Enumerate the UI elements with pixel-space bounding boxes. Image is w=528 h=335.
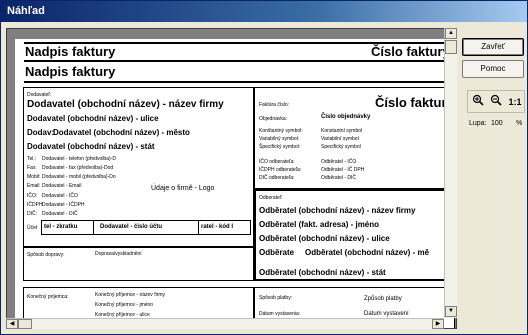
zoom-value: 100 — [491, 120, 503, 127]
specific-symbol-value: Specifický symbol — [321, 144, 361, 150]
customer-street: Odběratel (obchodní název) - ulice — [259, 234, 390, 243]
final-recipient-name: Konečný příjemce - jméno — [95, 302, 154, 308]
ico-label: IČO: — [27, 193, 38, 199]
email-value: Dodavatel - Email — [42, 183, 82, 189]
supplier-street: Dodavatel (obchodní název) - ulice — [27, 114, 159, 123]
invoice-page: Nadpis faktury Číslo faktury Nadpis fakt… — [15, 39, 455, 328]
customer-state: Odběratel (obchodní název) - stát — [259, 268, 386, 277]
constant-symbol-value: Konstantní symbol — [321, 128, 363, 134]
title-bar: Náhľad — [1, 1, 527, 22]
shipping-value: Doprava/vyskladnění — [95, 251, 142, 257]
icdph-value: Dodavatel - IČDPH — [42, 202, 85, 208]
account-divider-1 — [93, 220, 94, 235]
window-title: Náhľad — [7, 5, 45, 17]
vertical-scrollbar[interactable]: ▲ ▼ — [444, 28, 457, 318]
customer-city-prefix: Odběrate — [259, 248, 295, 257]
tel-value: Dodavatel - telefon (předvolba)-D — [42, 156, 116, 162]
scroll-left-button[interactable]: ◀ — [6, 319, 18, 329]
email-label: Email — [27, 183, 40, 189]
header-mid-rule — [24, 60, 455, 62]
tel-label: Tel.: — [27, 156, 37, 162]
zoom-label: Lupa: — [469, 120, 487, 127]
customer-billing-name: Odběratel (fakt. adresa) - jméno — [259, 220, 380, 229]
issue-date-label: Dátum vystavenia: — [259, 311, 301, 317]
dic-value: Dodavatel - DIČ — [42, 211, 78, 217]
final-recipient-company: Konečný příjemce - název firmy — [95, 292, 166, 298]
invoice-number-label: Faktúra číslo: — [259, 102, 290, 108]
zoom-out-icon[interactable] — [488, 94, 504, 110]
account-label: Účet — [27, 225, 38, 231]
bank-code: ratel - kód I — [201, 224, 234, 230]
scroll-down-button[interactable]: ▼ — [445, 306, 457, 317]
zoom-in-icon[interactable] — [470, 94, 486, 110]
issue-date-value: Datum vystavení — [364, 311, 409, 317]
fax-label: Fax: — [27, 165, 37, 171]
invoice-number-value: Číslo faktury — [375, 95, 454, 110]
scroll-right-button[interactable]: ▶ — [432, 319, 444, 329]
vertical-scroll-thumb[interactable] — [445, 40, 457, 54]
close-button[interactable]: Zavřeť — [462, 38, 524, 56]
preview-viewport[interactable]: Nadpis faktury Číslo faktury Nadpis fakt… — [6, 28, 457, 329]
specific-symbol-label: Špecifický symbol: — [259, 144, 301, 150]
preview-window: Náhľad Nadpis faktury Číslo faktury Nadp… — [0, 0, 528, 335]
company-logo-info: Údaje o firmě - Logo — [151, 185, 215, 192]
supplier-city: Dodavatel (obchodní název) - město — [53, 128, 190, 137]
zoom-actual-size-button[interactable]: 1:1 — [506, 94, 524, 110]
account-number: Dodavatel - číslo účtu — [100, 224, 163, 230]
payment-method-label: Spôsob platby: — [259, 295, 293, 301]
customer-icdph-value: Odběratel - IČ DPH — [321, 167, 365, 173]
account-divider-2 — [198, 220, 199, 235]
dic-label: DIČ: — [27, 211, 37, 217]
invoice-title: Nadpis faktury — [25, 44, 116, 59]
customer-ico-value: Odběratel - IČO — [321, 159, 357, 165]
header-bottom-rule — [24, 81, 455, 83]
horizontal-scroll-thumb[interactable] — [18, 319, 32, 329]
supplier-name: Dodavatel (obchodní název) - název firmy — [27, 99, 224, 110]
scroll-up-button[interactable]: ▲ — [445, 28, 457, 39]
icdph-label: IČDPH — [27, 202, 43, 208]
zoom-toolbar: 1:1 — [467, 90, 525, 113]
supplier-state: Dodavatel (obchodní název) - stát — [27, 142, 155, 151]
customer-city: Odběratel (obchodní název) - mě — [305, 248, 430, 257]
variable-symbol-value: Variabilní symbol — [321, 136, 359, 142]
variable-symbol-label: Variabilný symbol: — [259, 136, 300, 142]
payment-method-value: Způsob platby — [364, 296, 402, 302]
final-recipient-label: Konečný príjemca: — [27, 294, 69, 300]
customer-ico-label: IČO odberateľa: — [259, 159, 295, 165]
order-value: Číslo objednávky — [321, 114, 371, 120]
constant-symbol-label: Konštantný symbol: — [259, 128, 303, 134]
supplier-label: Dodavateľ: — [27, 92, 52, 98]
customer-icdph-label: IČDPH odberateľa: — [259, 167, 302, 173]
customer-name: Odběratel (obchodní název) - název firmy — [259, 206, 416, 215]
customer-dic-label: DIČ odberateľa: — [259, 175, 295, 181]
order-label: Objednávka: — [259, 116, 288, 122]
bank-short-name: tel - zkratku — [44, 224, 78, 230]
ico-value: Dodavatel - IČO — [42, 193, 78, 199]
customer-dic-value: Odběratel - DIČ — [321, 175, 357, 181]
invoice-number-header: Číslo faktury — [371, 44, 450, 59]
customer-label: Odberateľ: — [259, 195, 283, 201]
fax-value: Dodavatel - fax (předvolba)-Dod — [42, 165, 114, 171]
invoice-title-secondary: Nadpis faktury — [25, 64, 116, 79]
shipping-label: Spôsob dopravy: — [27, 252, 65, 258]
mobile-label: Mobil: — [27, 174, 41, 180]
mobile-value: Dodavatel - mobil (předvolba)-Do — [42, 174, 116, 180]
zoom-unit: % — [516, 120, 523, 127]
help-button[interactable]: Pomoc — [462, 60, 524, 78]
horizontal-scrollbar[interactable]: ◀ ▶ — [6, 318, 444, 329]
supplier-city-prefix: Dodav: — [27, 128, 55, 137]
